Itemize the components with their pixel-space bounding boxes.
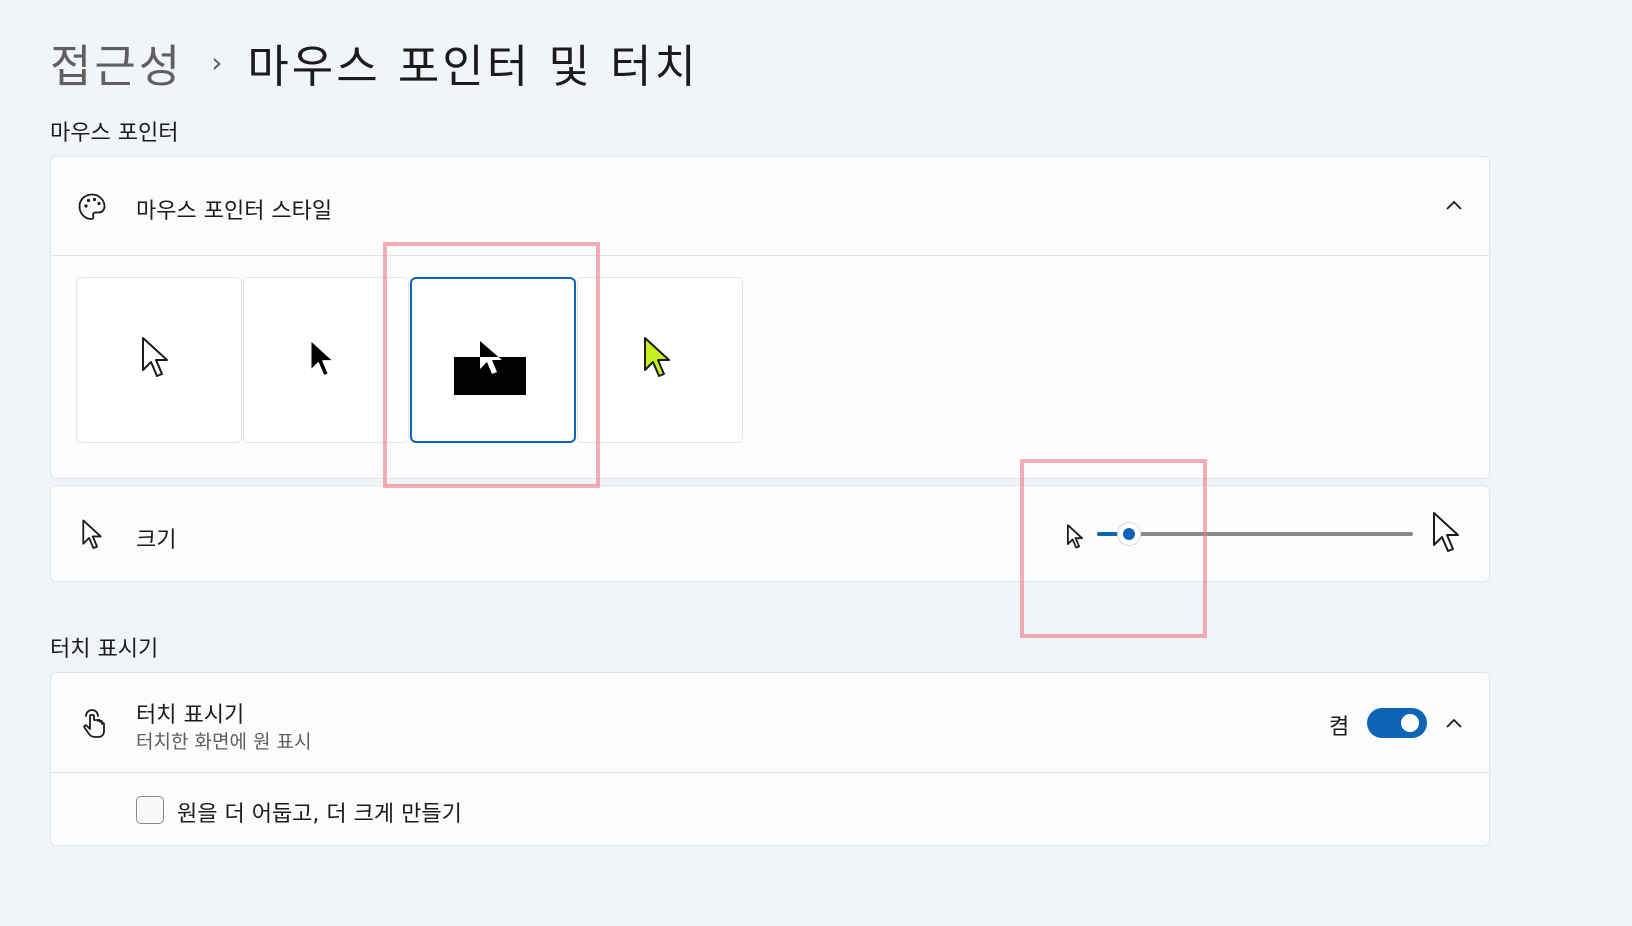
darker-larger-circle-checkbox[interactable] bbox=[136, 796, 164, 824]
breadcrumb-separator: › bbox=[211, 45, 226, 79]
touch-icon bbox=[79, 707, 109, 739]
toggle-state-label: 켬 bbox=[1329, 715, 1350, 740]
pointer-style-label: 마우스 포인터 스타일 bbox=[136, 199, 333, 224]
pointer-style-custom-option[interactable] bbox=[577, 277, 743, 443]
pointer-icon bbox=[81, 519, 103, 551]
custom-pointer-icon bbox=[642, 336, 672, 384]
palette-icon bbox=[76, 191, 108, 223]
pointer-style-card: 마우스 포인터 스타일 bbox=[50, 156, 1490, 479]
breadcrumb: 접근성 › 마우스 포인터 및 터치 bbox=[50, 30, 699, 94]
black-pointer-icon bbox=[308, 338, 336, 384]
size-card: 크기 bbox=[50, 485, 1490, 582]
breadcrumb-parent[interactable]: 접근성 bbox=[50, 30, 183, 95]
chevron-up-icon[interactable] bbox=[1445, 199, 1463, 211]
pointer-style-white-option[interactable] bbox=[76, 277, 242, 443]
size-label: 크기 bbox=[136, 528, 177, 553]
highlight-box bbox=[1020, 459, 1207, 638]
divider bbox=[51, 772, 1489, 773]
touch-indicator-label: 터치 표시기 bbox=[136, 703, 245, 728]
touch-indicator-toggle[interactable] bbox=[1367, 708, 1427, 738]
pointer-style-header[interactable]: 마우스 포인터 스타일 bbox=[51, 157, 1489, 255]
touch-indicator-description: 터치한 화면에 원 표시 bbox=[136, 731, 312, 753]
toggle-knob bbox=[1401, 714, 1419, 732]
touch-indicator-header[interactable]: 터치 표시기 터치한 화면에 원 표시 켬 bbox=[51, 673, 1489, 772]
highlight-box bbox=[383, 242, 600, 488]
divider bbox=[51, 255, 1489, 256]
darker-larger-circle-label: 원을 더 어둡고, 더 크게 만들기 bbox=[177, 802, 462, 827]
white-pointer-icon bbox=[140, 336, 170, 384]
touch-indicator-card: 터치 표시기 터치한 화면에 원 표시 켬 원을 더 어둡고, 더 크게 만들기 bbox=[50, 672, 1490, 846]
section-title-mouse-pointer: 마우스 포인터 bbox=[50, 121, 179, 146]
page-title: 마우스 포인터 및 터치 bbox=[247, 39, 699, 93]
large-pointer-icon bbox=[1431, 511, 1461, 555]
chevron-up-icon[interactable] bbox=[1445, 717, 1463, 729]
section-title-touch-indicator: 터치 표시기 bbox=[50, 637, 159, 662]
